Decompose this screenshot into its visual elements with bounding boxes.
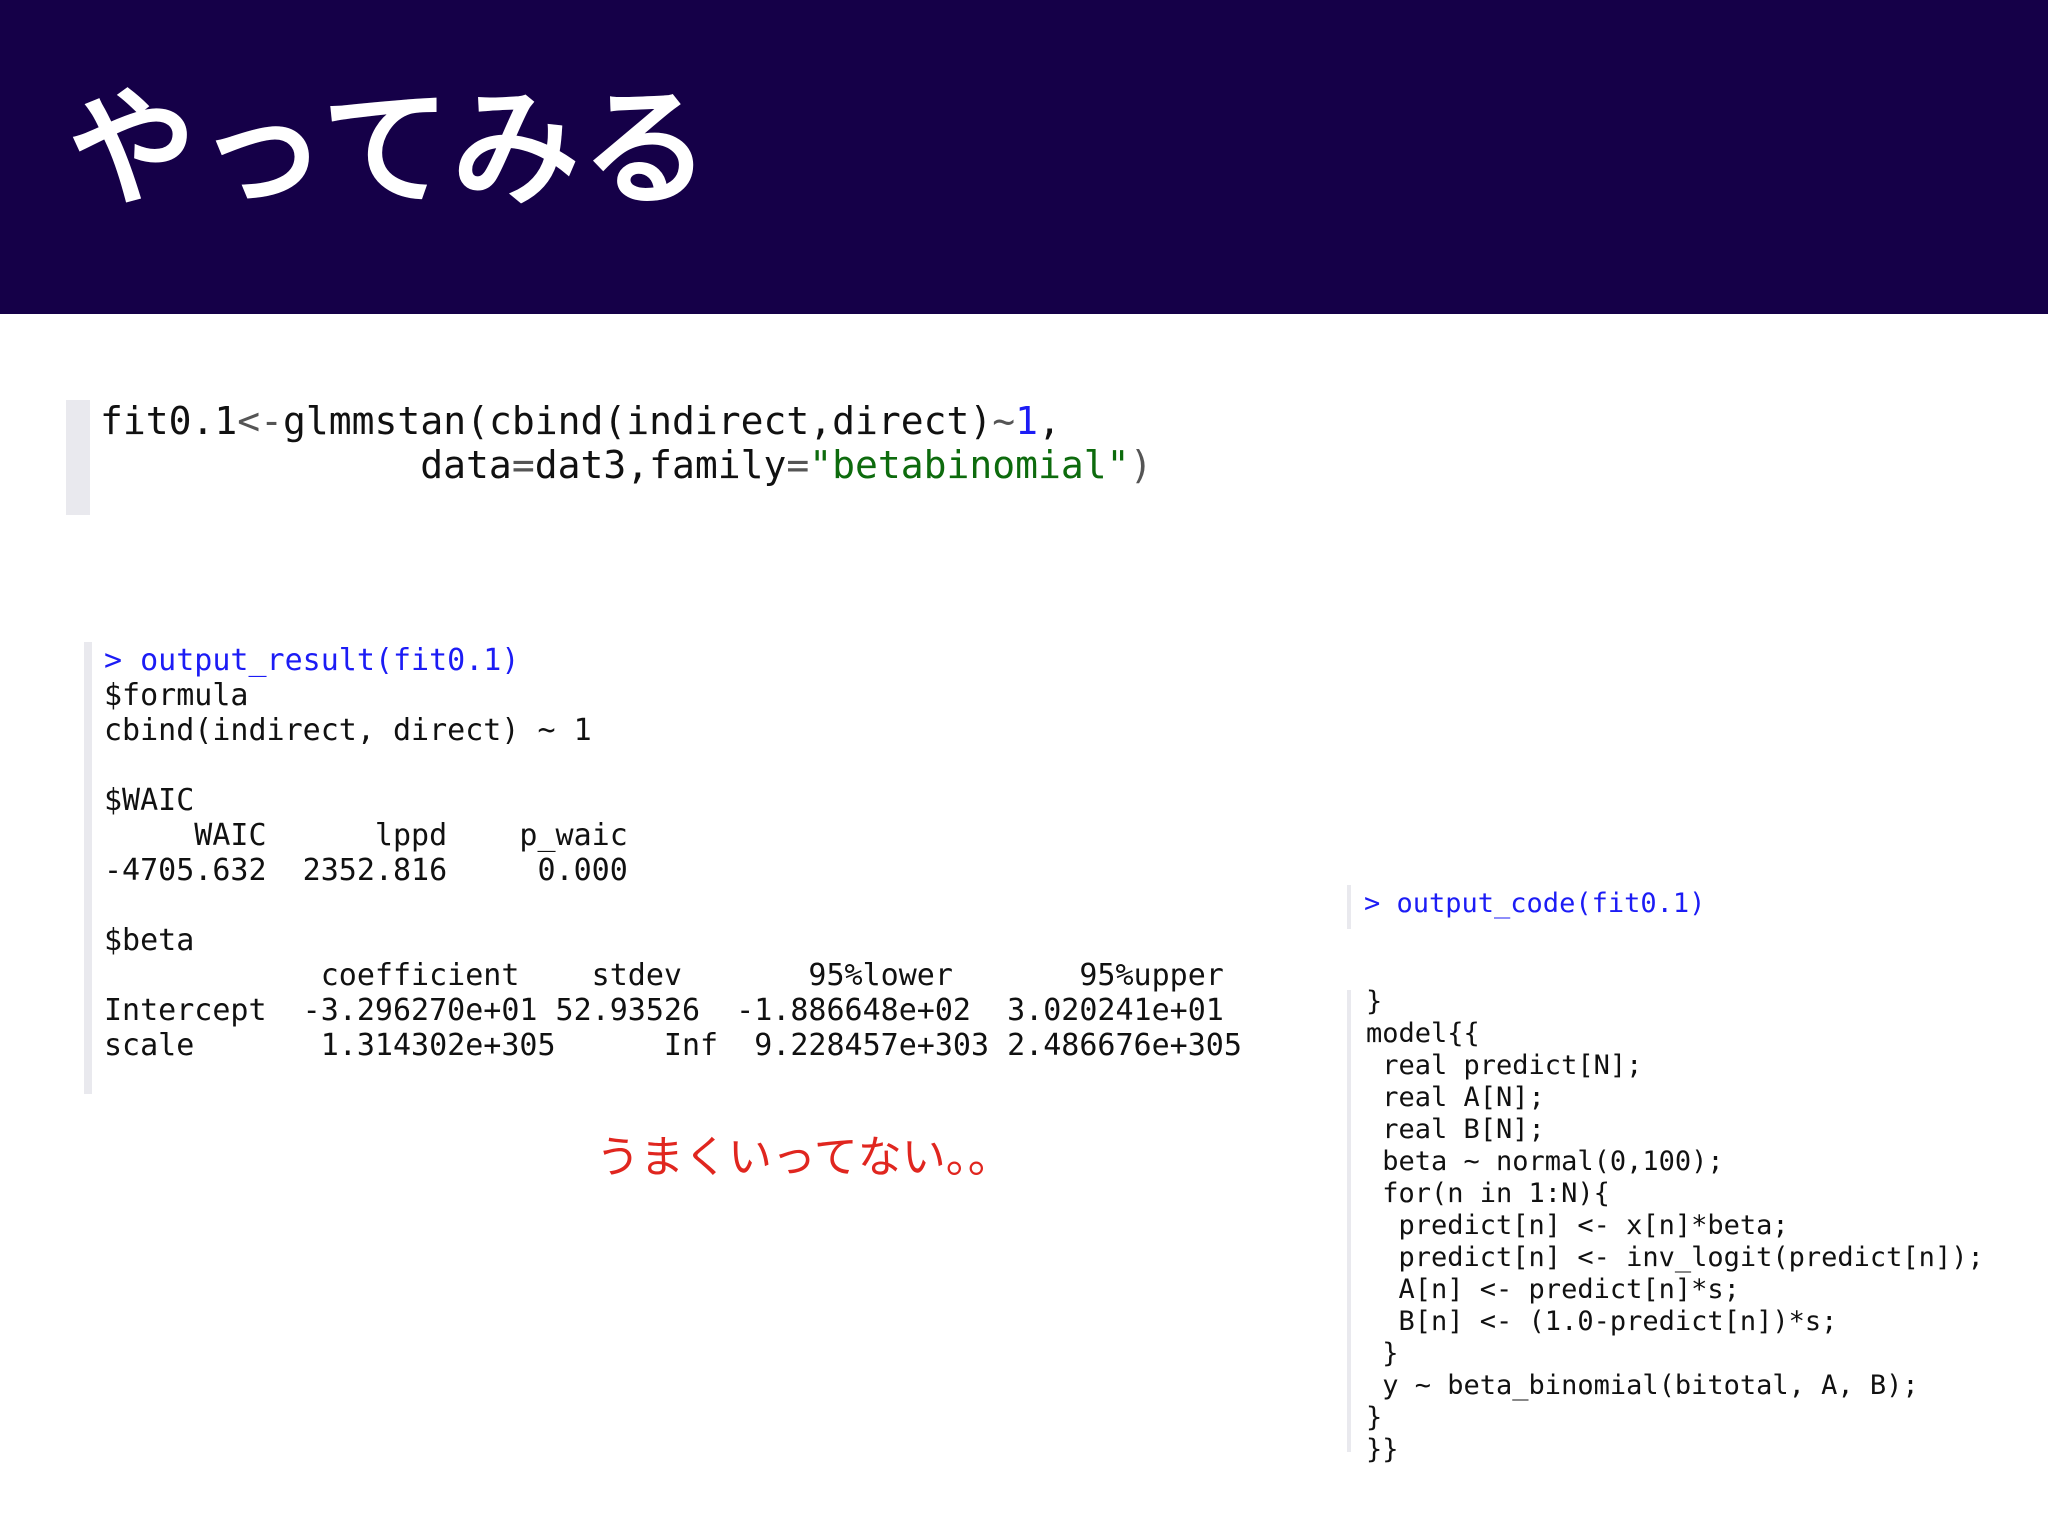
- call-function: glmmstan(cbind(indirect,direct): [283, 399, 993, 443]
- annotation-note: うまくいってない。。: [596, 1132, 1012, 1183]
- stan-line: A[n] <- predict[n]*s;: [1366, 1274, 1740, 1305]
- slide-title: やってみる: [68, 75, 712, 224]
- beta-row-scale: scale 1.314302e+305 Inf 9.228457e+303 2.…: [104, 1028, 1242, 1063]
- stan-code-bar: [1347, 990, 1351, 1452]
- call-close-paren: ): [1129, 443, 1153, 487]
- call-data-arg: data: [420, 443, 512, 487]
- output-result-prompt: > output_result(fit0.1): [104, 643, 520, 678]
- call-code-bar: [66, 400, 90, 515]
- beta-header: coefficient stdev 95%lower 95%upper: [104, 958, 1224, 993]
- waic-label: $WAIC: [104, 783, 195, 818]
- formula-label: $formula: [104, 678, 249, 713]
- call-tilde: ~: [992, 399, 1016, 443]
- stan-line: model{{: [1366, 1018, 1480, 1049]
- call-equals-1: =: [511, 443, 535, 487]
- stan-prompt-bar: [1347, 885, 1351, 929]
- call-line2-indent: [100, 443, 420, 487]
- stan-line: }: [1366, 1338, 1399, 1369]
- stan-line: beta ~ normal(0,100);: [1366, 1146, 1724, 1177]
- waic-header: WAIC lppd p_waic: [104, 818, 628, 853]
- formula-value: cbind(indirect, direct) ~ 1: [104, 713, 592, 748]
- call-comma: ,: [1038, 399, 1061, 443]
- stan-line: real A[N];: [1366, 1082, 1545, 1113]
- call-assign-operator: <-: [237, 399, 284, 443]
- title-banner: やってみる: [0, 0, 2048, 314]
- stan-line: real predict[N];: [1366, 1050, 1643, 1081]
- stan-line: }}: [1366, 1434, 1399, 1465]
- call-family-arg: dat3,family: [534, 443, 787, 487]
- stan-line: B[n] <- (1.0-predict[n])*s;: [1366, 1306, 1838, 1337]
- output-result-block: > output_result(fit0.1) $formula cbind(i…: [104, 643, 1242, 1063]
- stan-line: }: [1366, 986, 1383, 1017]
- stan-line: }: [1366, 1402, 1383, 1433]
- call-code-block: fit0.1<-glmmstan(cbind(indirect,direct)~…: [100, 399, 1152, 487]
- call-family-string: "betabinomial": [809, 443, 1130, 487]
- stan-line: real B[N];: [1366, 1114, 1545, 1145]
- waic-values: -4705.632 2352.816 0.000: [104, 853, 628, 888]
- stan-line: predict[n] <- x[n]*beta;: [1366, 1210, 1789, 1241]
- stan-line: y ~ beta_binomial(bitotal, A, B);: [1366, 1370, 1919, 1401]
- beta-label: $beta: [104, 923, 195, 958]
- stan-code-block: } model{{ real predict[N]; real A[N]; re…: [1366, 986, 1984, 1466]
- output-code-bar: [84, 642, 92, 1094]
- stan-code-prompt: > output_code(fit0.1): [1364, 888, 1706, 919]
- stan-line: predict[n] <- inv_logit(predict[n]);: [1366, 1242, 1984, 1273]
- call-intercept-one: 1: [1015, 399, 1039, 443]
- call-equals-2: =: [786, 443, 810, 487]
- stan-line: for(n in 1:N){: [1366, 1178, 1610, 1209]
- beta-row-intercept: Intercept -3.296270e+01 52.93526 -1.8866…: [104, 993, 1224, 1028]
- call-assign-target: fit0.1: [100, 399, 238, 443]
